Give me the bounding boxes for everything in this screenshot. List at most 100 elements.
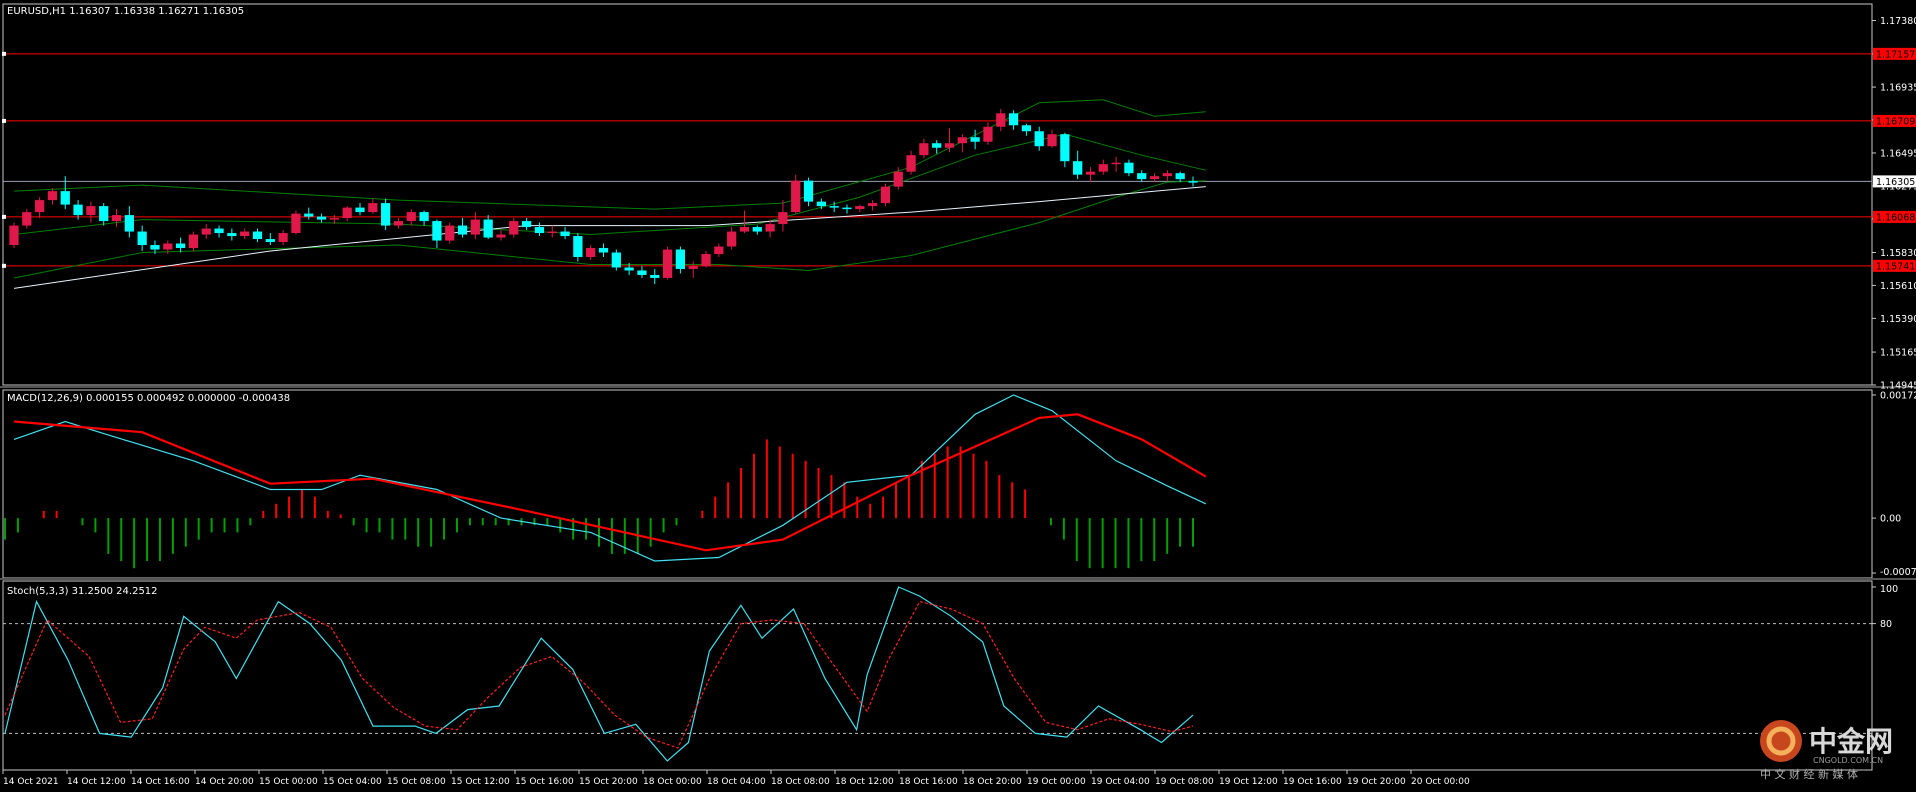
time-tick-label: 19 Oct 08:00 — [1155, 777, 1214, 787]
candle-body — [227, 233, 237, 237]
candle-body — [637, 270, 647, 275]
time-tick-label: 14 Oct 12:00 — [67, 777, 126, 787]
candle-body — [560, 231, 570, 237]
candle-body — [457, 225, 468, 235]
price-tick-label: 1.15165 — [1880, 348, 1916, 359]
candle-body — [432, 221, 442, 241]
stoch-tick-label: 100 — [1880, 584, 1898, 595]
price-level-anchor — [2, 51, 6, 56]
time-tick-label: 19 Oct 04:00 — [1091, 777, 1150, 787]
time-tick-label: 15 Oct 16:00 — [515, 777, 574, 787]
time-tick-label: 15 Oct 08:00 — [387, 777, 446, 787]
candle-body — [86, 206, 96, 216]
candle-body — [675, 249, 686, 269]
candle-body — [470, 219, 480, 235]
price-level-tag-label: 1.16068 — [1876, 212, 1915, 223]
candle-body — [214, 228, 224, 234]
candle-body — [73, 204, 83, 216]
time-tick-label: 19 Oct 12:00 — [1219, 777, 1278, 787]
price-level-tag-label: 1.15741 — [1876, 261, 1915, 272]
candle-body — [868, 203, 878, 207]
candle-body — [996, 113, 1006, 127]
candle-body — [419, 212, 429, 222]
candle-body — [99, 206, 109, 222]
candle-body — [791, 180, 801, 213]
candle-body — [906, 155, 916, 172]
candle-body — [137, 231, 147, 246]
macd-tick-label: 0.00172 — [1880, 391, 1916, 402]
candle-body — [1098, 164, 1108, 172]
candle-body — [816, 201, 826, 207]
candle-body — [970, 137, 980, 142]
time-tick-label: 19 Oct 00:00 — [1027, 777, 1086, 787]
candle-body — [624, 267, 634, 271]
candle-body — [855, 206, 865, 210]
logo-icon — [1760, 720, 1802, 762]
candle-body — [893, 171, 903, 187]
price-tick-label: 1.17380 — [1880, 16, 1916, 27]
candle-body — [445, 225, 455, 241]
candle-body — [163, 243, 173, 250]
time-tick-label: 15 Oct 20:00 — [579, 777, 638, 787]
candle-body — [829, 206, 839, 208]
candle-body — [944, 143, 955, 148]
watermark-brand: 中金网 — [1809, 725, 1893, 758]
main-info-label: EURUSD,H1 1.16307 1.16338 1.16271 1.1630… — [7, 6, 244, 17]
stoch-tick-label: 80 — [1880, 619, 1892, 630]
candle-body — [586, 248, 596, 258]
macd-tick-label: 0.00 — [1880, 514, 1901, 525]
candle-body — [1021, 125, 1032, 132]
price-level-tag-label: 1.16709 — [1876, 116, 1915, 127]
candle-body — [483, 219, 493, 238]
candle-body — [60, 191, 70, 205]
price-tick-label: 1.16935 — [1880, 83, 1916, 94]
stoch-info-label: Stoch(5,3,3) 31.2500 24.2512 — [7, 586, 158, 597]
candle-body — [35, 200, 45, 213]
candle-body — [957, 137, 967, 144]
candle-body — [778, 212, 788, 225]
candle-body — [291, 213, 301, 234]
time-tick-label: 18 Oct 20:00 — [963, 777, 1022, 787]
candle-body — [124, 215, 134, 232]
watermark-tagline: 中 文 财 经 新 媒 体 — [1760, 767, 1858, 781]
candle-body — [662, 249, 673, 278]
candle-body — [842, 207, 852, 210]
candle-body — [573, 236, 583, 258]
candle-body — [509, 221, 519, 235]
candle-body — [714, 246, 724, 255]
price-tick-label: 1.16495 — [1880, 148, 1916, 159]
candle-body — [739, 227, 750, 232]
candle-body — [265, 239, 275, 243]
candle-body — [406, 212, 416, 222]
price-level-anchor — [2, 214, 6, 219]
price-level-anchor — [2, 263, 6, 268]
candle-body — [1008, 113, 1019, 126]
time-tick-label: 19 Oct 16:00 — [1283, 777, 1342, 787]
candle-body — [880, 186, 891, 204]
candle-body — [688, 265, 698, 269]
candle-body — [1188, 181, 1198, 183]
candle-body — [1047, 134, 1057, 147]
candle-body — [1124, 162, 1134, 174]
macd-info-label: MACD(12,26,9) 0.000155 0.000492 0.000000… — [7, 393, 290, 404]
chart-canvas: 1.173801.171571.169351.167161.164951.162… — [0, 0, 1916, 792]
time-tick-label: 14 Oct 20:00 — [195, 777, 254, 787]
candle-body — [1175, 173, 1185, 180]
current-price-tag-label: 1.16305 — [1876, 177, 1915, 188]
candle-body — [47, 191, 58, 201]
price-level-anchor — [2, 118, 6, 123]
price-tick-label: 1.15610 — [1880, 281, 1916, 292]
candle-body — [727, 231, 737, 247]
candle-body — [611, 252, 621, 268]
candle-body — [111, 215, 122, 222]
candle-body — [304, 213, 314, 217]
watermark-domain: CNGOLD.COM.CN — [1813, 756, 1883, 765]
candle-body — [752, 227, 762, 232]
candle-body — [342, 207, 352, 219]
candle-body — [1137, 173, 1147, 180]
time-tick-label: 18 Oct 00:00 — [643, 777, 702, 787]
candle-body — [393, 221, 404, 226]
candle-body — [150, 245, 160, 250]
candle-body — [496, 234, 506, 238]
candle-body — [381, 203, 391, 226]
